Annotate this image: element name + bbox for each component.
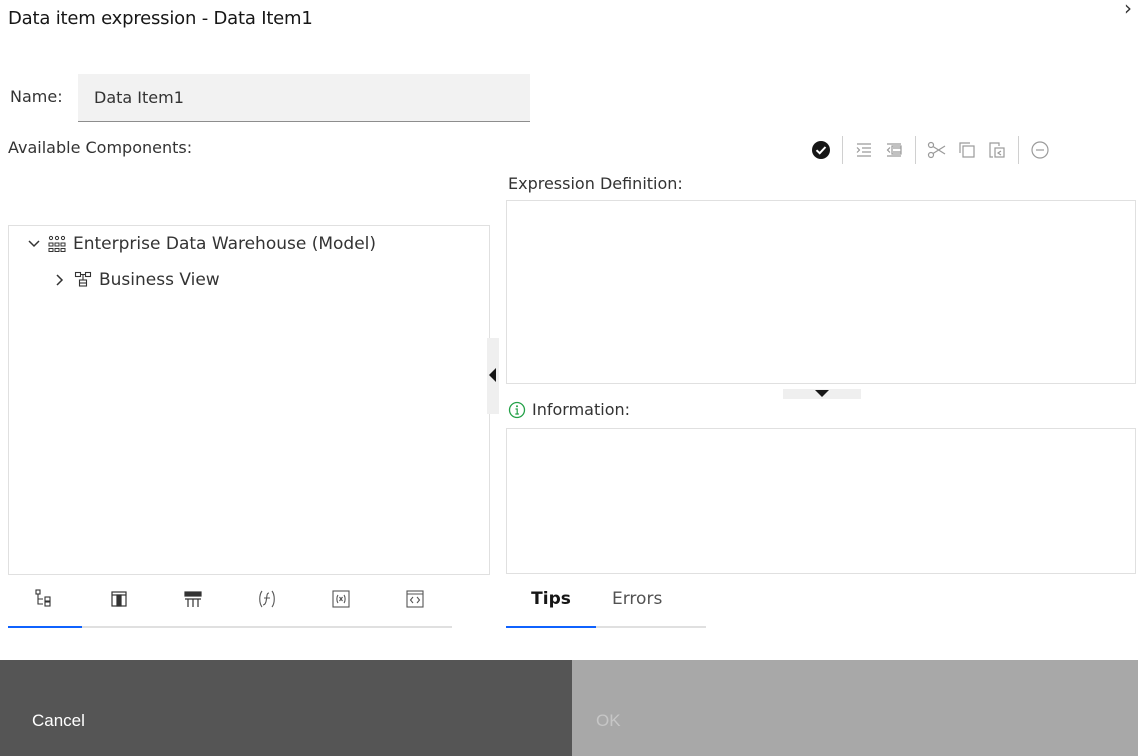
query-items-tab-icon[interactable]	[156, 584, 230, 628]
cut-icon[interactable]	[924, 137, 950, 163]
toolbar-separator	[1018, 136, 1019, 164]
information-panel	[506, 428, 1136, 574]
remove-icon[interactable]	[1027, 137, 1053, 163]
horizontal-splitter[interactable]	[783, 389, 861, 399]
tab-tips[interactable]: Tips	[506, 584, 596, 628]
chevron-down-icon[interactable]	[25, 240, 43, 248]
tab-errors[interactable]: Errors	[596, 584, 706, 628]
component-tabs	[8, 584, 452, 630]
available-components-label: Available Components:	[8, 138, 193, 157]
vertical-splitter[interactable]	[487, 338, 499, 414]
ok-button[interactable]: OK	[572, 660, 1138, 756]
name-label: Name:	[10, 87, 63, 106]
source-tab-icon[interactable]	[8, 584, 82, 628]
tree-node-label: Business View	[99, 270, 220, 290]
name-input[interactable]	[78, 74, 530, 122]
paste-icon[interactable]	[984, 137, 1010, 163]
expression-definition-label: Expression Definition:	[508, 174, 683, 193]
cancel-button[interactable]: Cancel	[0, 660, 572, 756]
parameters-tab-icon[interactable]	[304, 584, 378, 628]
expression-editor[interactable]	[506, 200, 1136, 384]
macros-tab-icon[interactable]	[378, 584, 452, 628]
info-icon	[508, 401, 526, 418]
caret-down-icon	[815, 390, 829, 397]
information-header: Information:	[508, 400, 630, 419]
components-tree: Enterprise Data Warehouse (Model) Busine…	[8, 225, 490, 575]
validate-icon[interactable]	[808, 137, 834, 163]
expression-toolbar	[808, 136, 1057, 164]
outdent-icon[interactable]	[881, 137, 907, 163]
indent-icon[interactable]	[851, 137, 877, 163]
tree-node-label: Enterprise Data Warehouse (Model)	[73, 234, 377, 254]
toolbar-separator	[842, 136, 843, 164]
toolbar-separator	[915, 136, 916, 164]
caret-left-icon	[489, 368, 496, 382]
data-items-tab-icon[interactable]	[82, 584, 156, 628]
dialog-title: Data item expression - Data Item1	[8, 8, 313, 29]
functions-tab-icon[interactable]	[230, 584, 304, 628]
folder-tree-icon	[73, 271, 93, 289]
info-tabs: Tips Errors	[506, 584, 706, 630]
tree-node-business-view[interactable]: Business View	[51, 270, 220, 290]
information-label: Information:	[532, 400, 631, 419]
copy-icon[interactable]	[954, 137, 980, 163]
tree-node-model[interactable]: Enterprise Data Warehouse (Model)	[25, 234, 376, 254]
chevron-right-icon[interactable]	[51, 274, 69, 286]
close-icon[interactable]: ›	[1124, 0, 1132, 20]
model-icon	[47, 235, 67, 253]
